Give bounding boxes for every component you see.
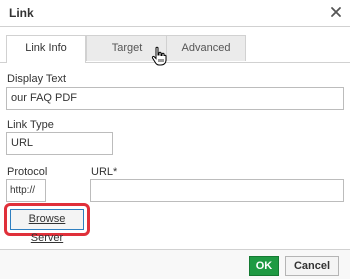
display-text-field[interactable]: our FAQ PDF [6,87,344,110]
dialog-titlebar: Link [0,0,350,27]
link-type-select[interactable]: URL [6,132,113,155]
hand-pointer-icon [151,46,167,66]
url-label: URL* [91,166,118,178]
cancel-button[interactable]: Cancel [285,256,339,276]
tab-target-label: Target [111,42,143,54]
tab-link-info-label: Link Info [25,42,67,54]
link-type-label: Link Type [7,119,54,131]
browse-server-button[interactable]: Browse Server [10,209,84,244]
dialog-title: Link [9,6,34,20]
url-field[interactable] [90,179,344,202]
tab-link-info[interactable]: Link Info [6,35,86,63]
tab-advanced-label: Advanced [181,42,231,54]
ok-button[interactable]: OK [249,256,279,276]
protocol-select[interactable]: http:// [6,179,46,202]
dialog-tabs: Link Info Target Advanced [0,27,350,63]
close-icon[interactable] [328,4,344,20]
tab-advanced[interactable]: Advanced [166,35,246,61]
link-dialog: Link Link Info Target Advanced Display T… [0,0,350,279]
display-text-label: Display Text [7,73,67,85]
protocol-label: Protocol [7,166,48,178]
